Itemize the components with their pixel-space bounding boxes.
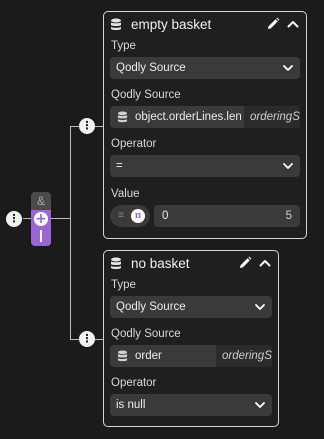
- pencil-icon[interactable]: [266, 17, 280, 31]
- source-path: order: [135, 350, 162, 362]
- card-header: no basket: [110, 251, 272, 275]
- card-title: no basket: [131, 255, 190, 271]
- pencil-icon[interactable]: [238, 256, 252, 270]
- type-select[interactable]: Qodly Source: [110, 296, 272, 318]
- source-path: object.orderLines.length: [135, 111, 241, 123]
- value-stepper[interactable]: 5: [286, 210, 292, 222]
- type-label: Type: [111, 40, 136, 52]
- chevron-down-icon: [255, 402, 265, 408]
- operator-label: Operator: [111, 377, 157, 389]
- value-row: ≡ π 0 5: [110, 205, 300, 227]
- source-datasource: orderingSource: [216, 345, 272, 367]
- operator-label: Operator: [111, 138, 157, 150]
- source-datasource: orderingSource: [244, 106, 300, 128]
- tree-connector-root: [23, 218, 31, 219]
- root-more-menu-button[interactable]: ⋮: [6, 211, 22, 227]
- equals-icon: ≡: [118, 210, 124, 221]
- plus-icon[interactable]: +: [34, 212, 48, 226]
- source-label: Qodly Source: [111, 89, 181, 101]
- operator-select-value: is null: [116, 399, 146, 411]
- chevron-up-icon[interactable]: [286, 17, 300, 31]
- card-header: empty basket: [110, 12, 300, 36]
- pi-icon: π: [131, 209, 145, 223]
- and-operator-label: &: [36, 194, 45, 208]
- operator-select[interactable]: is null: [110, 394, 272, 416]
- vertical-dots-icon: ⋮: [8, 211, 20, 225]
- source-label: Qodly Source: [111, 328, 181, 340]
- and-operator-toggle[interactable]: &: [31, 192, 51, 210]
- or-operator-bar: [40, 230, 42, 242]
- card-title: empty basket: [131, 16, 212, 32]
- qodly-source-input[interactable]: object.orderLines.length orderingSource: [110, 106, 300, 128]
- type-select-value: Qodly Source: [116, 62, 186, 74]
- chevron-down-icon: [255, 304, 265, 310]
- logic-operator-stack: & +: [31, 192, 51, 246]
- operator-select-value: =: [116, 160, 123, 172]
- value-label: Value: [111, 188, 140, 200]
- database-icon: [117, 111, 128, 123]
- value-number-text: 0: [162, 210, 169, 222]
- tree-connector-vertical: [70, 126, 71, 339]
- or-operator-toggle[interactable]: +: [31, 210, 51, 246]
- vertical-dots-icon: ⋮: [81, 331, 93, 345]
- branch-2-more-menu-button[interactable]: ⋮: [79, 331, 95, 347]
- vertical-dots-icon: ⋮: [81, 118, 93, 132]
- type-select-value: Qodly Source: [116, 301, 186, 313]
- database-icon: [111, 18, 121, 30]
- tree-connector-stem: [51, 218, 71, 219]
- database-icon: [117, 350, 128, 362]
- condition-card-no-basket: no basket Type Qodly Source Qodly Source…: [103, 250, 279, 427]
- type-select[interactable]: Qodly Source: [110, 57, 300, 79]
- branch-1-more-menu-button[interactable]: ⋮: [79, 118, 95, 134]
- chevron-up-icon[interactable]: [258, 256, 272, 270]
- chevron-down-icon: [283, 65, 293, 71]
- value-number-input[interactable]: 0 5: [154, 205, 300, 227]
- condition-card-empty-basket: empty basket Type Qodly Source Qodly Sou…: [103, 11, 307, 239]
- chevron-down-icon: [283, 163, 293, 169]
- database-icon: [111, 257, 121, 269]
- type-label: Type: [111, 279, 136, 291]
- value-mode-toggle[interactable]: ≡ π: [110, 205, 150, 227]
- operator-select[interactable]: =: [110, 155, 300, 177]
- qodly-source-input[interactable]: order orderingSource: [110, 345, 272, 367]
